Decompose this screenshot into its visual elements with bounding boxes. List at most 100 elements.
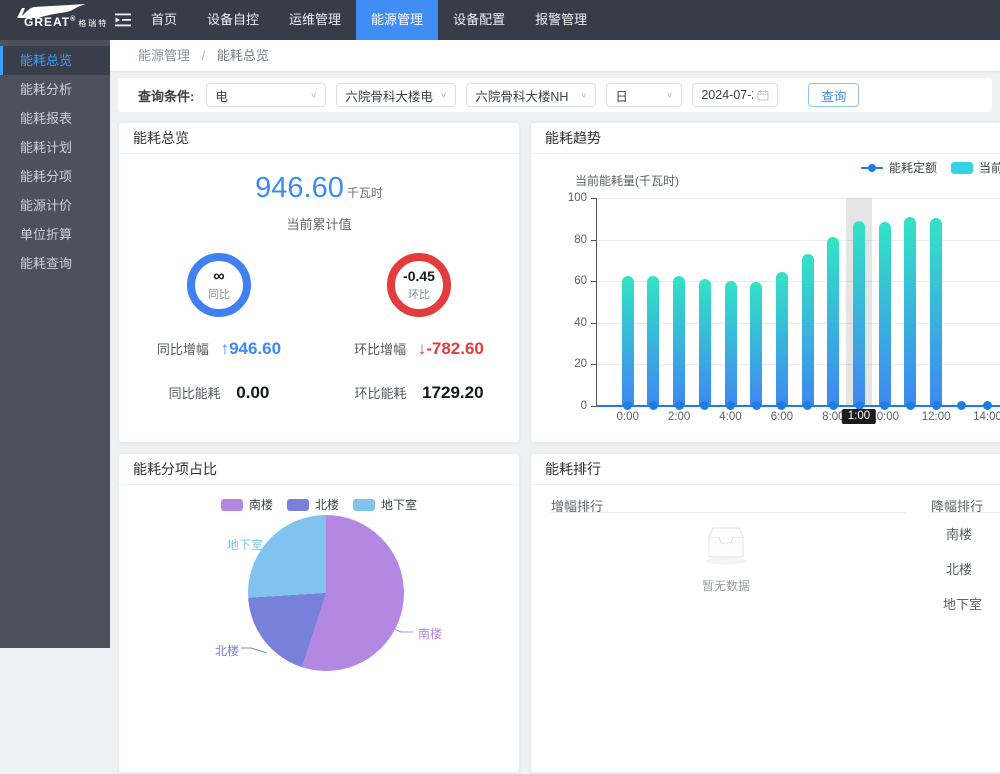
energy-bar[interactable] — [853, 221, 865, 406]
ranking-item-basement[interactable]: 地下室 — [943, 594, 982, 613]
quota-point[interactable] — [726, 401, 735, 410]
arrow-down-icon: ↓ — [418, 339, 427, 358]
legend-south-building[interactable]: 南楼 — [221, 496, 273, 513]
ranking-card-title: 能耗排行 — [531, 454, 1000, 485]
sidebar-item-energy-overview[interactable]: 能耗总览 — [0, 46, 110, 75]
breadcrumb-section[interactable]: 能源管理 — [138, 48, 190, 63]
energy-type-select[interactable]: 电 ∨ — [206, 83, 326, 107]
y-axis-label: 80 — [557, 234, 587, 246]
sidebar-item-energy-report[interactable]: 能耗报表 — [0, 104, 110, 133]
brand-logo: GREAT®格瑞特 — [0, 0, 110, 40]
sidebar-item-energy-breakdown[interactable]: 能耗分项 — [0, 162, 110, 191]
quota-point[interactable] — [649, 401, 658, 410]
swatch-icon — [287, 499, 309, 511]
sidebar-item-energy-search[interactable]: 能耗查询 — [0, 249, 110, 278]
pie-label-north: 北楼 — [215, 642, 239, 659]
swatch-icon — [221, 499, 243, 511]
energy-bar[interactable] — [750, 282, 762, 406]
period-select[interactable]: 日 ∨ — [606, 83, 682, 107]
quota-point[interactable] — [829, 401, 838, 410]
search-button[interactable]: 查询 — [808, 83, 859, 107]
nav-item-device-auto[interactable]: 设备自控 — [192, 0, 274, 40]
mom-ring: -0.45 环比 — [387, 253, 451, 317]
energy-bar[interactable] — [827, 237, 839, 406]
mom-ring-value: -0.45 — [403, 269, 435, 284]
yoy-energy-value: 0.00 — [236, 383, 269, 402]
pie-legend: 南楼 北楼 地下室 — [119, 496, 519, 513]
energy-bar[interactable] — [879, 222, 891, 406]
energy-bar[interactable] — [647, 276, 659, 406]
empty-state-text: 暂无数据 — [661, 577, 791, 594]
sidebar-item-energy-plan[interactable]: 能耗计划 — [0, 133, 110, 162]
energy-bar[interactable] — [699, 279, 711, 406]
brand-text: GREAT®格瑞特 — [24, 15, 108, 29]
ranking-item-north[interactable]: 北楼 — [946, 559, 972, 578]
y-axis-label: 40 — [557, 317, 587, 329]
nav-item-alarm[interactable]: 报警管理 — [520, 0, 602, 40]
y-axis-label: 100 — [557, 192, 587, 204]
quota-point[interactable] — [906, 401, 915, 410]
trend-card-title: 能耗趋势 — [531, 123, 1000, 154]
energy-bar[interactable] — [802, 254, 814, 406]
trend-chart-plot[interactable]: 0204060801000:002:004:006:008:0010:0012:… — [596, 198, 1000, 406]
total-energy-value: 946.60 — [255, 172, 344, 204]
quota-point[interactable] — [957, 401, 966, 410]
legend-basement[interactable]: 地下室 — [353, 496, 417, 513]
empty-state: 暂无数据 — [661, 520, 791, 594]
overview-card-title: 能耗总览 — [119, 123, 519, 154]
legend-line-label[interactable]: 能耗定额 — [889, 159, 937, 176]
quota-point[interactable] — [932, 401, 941, 410]
gridline — [596, 198, 1000, 199]
quota-point[interactable] — [623, 401, 632, 410]
energy-bar[interactable] — [725, 281, 737, 406]
energy-bar[interactable] — [930, 218, 942, 406]
chevron-down-icon: ∨ — [580, 91, 587, 100]
x-axis-label: 12:00 — [922, 411, 951, 423]
sidebar-fold-icon[interactable] — [110, 0, 136, 40]
total-energy-caption: 当前累计值 — [119, 214, 519, 233]
meter-value: 六院骨科大楼电表 — [345, 86, 434, 105]
quota-point[interactable] — [880, 401, 889, 410]
energy-bar[interactable] — [673, 276, 685, 406]
quota-point[interactable] — [803, 401, 812, 410]
legend-north-building[interactable]: 北楼 — [287, 496, 339, 513]
date-picker[interactable]: 2024-07-22 — [692, 83, 778, 107]
mom-energy-value: 1729.20 — [422, 383, 483, 402]
nav-item-device-config[interactable]: 设备配置 — [438, 0, 520, 40]
device-select[interactable]: 六院骨科大楼NH ∨ — [466, 83, 596, 107]
y-axis-label: 60 — [557, 275, 587, 287]
quota-point[interactable] — [777, 401, 786, 410]
quota-point[interactable] — [700, 401, 709, 410]
yoy-ring-value: ∞ — [213, 269, 224, 284]
bar-series-marker-icon — [951, 162, 973, 174]
quota-point[interactable] — [752, 401, 761, 410]
divider — [929, 512, 1000, 513]
legend-bar-label[interactable]: 当前能耗 — [979, 159, 1000, 176]
energy-trend-card: 能耗趋势 能耗定额 当前能耗 当前能耗量(千瓦时) 0204060801000:… — [530, 122, 1000, 443]
energy-bar[interactable] — [776, 272, 788, 406]
mom-growth-label: 环比增幅 — [354, 342, 406, 357]
energy-split-card: 能耗分项占比 南楼 北楼 地下室 地下室 南楼 北楼 — [118, 453, 520, 773]
yoy-column: ∞ 同比 同比增幅 ↑946.60 同比能耗 0.00 — [119, 253, 319, 403]
sidebar-item-energy-pricing[interactable]: 能源计价 — [0, 191, 110, 220]
energy-bar[interactable] — [904, 217, 916, 406]
meter-select[interactable]: 六院骨科大楼电表 ∨ — [336, 83, 456, 107]
nav-item-home[interactable]: 首页 — [136, 0, 192, 40]
energy-overview-card: 能耗总览 946.60千瓦时 当前累计值 ∞ 同比 同比增幅 ↑946.60 同… — [118, 122, 520, 443]
mom-ring-label: 环比 — [408, 286, 430, 302]
trend-axis-name: 当前能耗量(千瓦时) — [575, 172, 679, 189]
nav-item-energy[interactable]: 能源管理 — [356, 0, 438, 40]
quota-point[interactable] — [675, 401, 684, 410]
query-label: 查询条件: — [138, 86, 194, 105]
ranking-item-south[interactable]: 南楼 — [946, 524, 972, 543]
device-value: 六院骨科大楼NH — [475, 86, 574, 105]
sidebar-item-energy-analysis[interactable]: 能耗分析 — [0, 75, 110, 104]
sidebar: 能耗总览 能耗分析 能耗报表 能耗计划 能耗分项 能源计价 单位折算 能耗查询 — [0, 40, 110, 648]
chevron-down-icon: ∨ — [440, 91, 447, 100]
x-axis-label: 14:00 — [973, 411, 1000, 423]
energy-bar[interactable] — [622, 276, 634, 406]
quota-point[interactable] — [983, 401, 992, 410]
nav-item-ops[interactable]: 运维管理 — [274, 0, 356, 40]
sidebar-item-unit-conversion[interactable]: 单位折算 — [0, 220, 110, 249]
mom-growth-value: ↓-782.60 — [418, 339, 484, 358]
